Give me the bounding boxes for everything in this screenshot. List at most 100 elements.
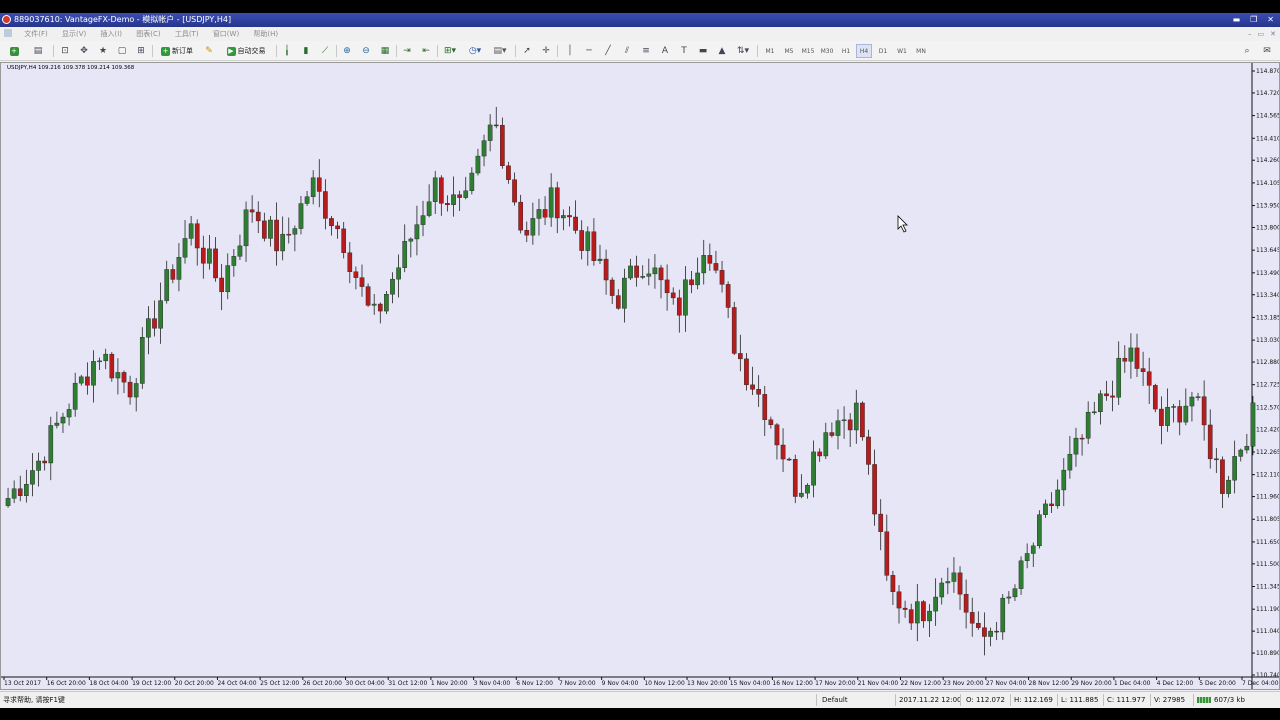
templates-icon[interactable]: ▤▾ [490,44,510,58]
vertical-line-icon[interactable]: │ [563,44,577,58]
menu-insert[interactable]: 插入(I) [94,27,128,41]
new-chart-icon[interactable]: + [6,44,22,58]
zoom-out-icon[interactable]: ⊖ [359,44,373,58]
menu-tools[interactable]: 工具(T) [169,27,205,41]
bear-candle [658,267,664,281]
bear-candle [42,460,48,464]
chart-window[interactable]: 114.870 114.720 114.565 114.410 114.260 114.1… [0,62,1280,690]
bull-candle [72,382,78,410]
bull-candle [188,223,194,239]
chart-shift-icon[interactable]: ⇤ [419,44,433,58]
bull-candle [36,460,41,471]
auto-scroll-icon[interactable]: ⇥ [400,44,414,58]
timeframe-d1[interactable]: D1 [875,44,891,58]
bear-candle [902,607,908,610]
zoom-in-icon[interactable]: ⊕ [340,44,354,58]
restore-button[interactable]: ❐ [1250,13,1257,27]
menu-window[interactable]: 窗口(W) [207,27,245,41]
bull-candle [390,278,395,295]
timeframe-h1[interactable]: H1 [838,44,854,58]
bear-candle [780,444,786,460]
bull-candle [622,277,627,309]
bear-candle [121,372,127,383]
bull-candle [54,422,60,426]
bull-candle [1073,437,1079,455]
time-tick-label: 3 Nov 04:00 [474,680,511,687]
horizontal-line-icon[interactable]: ─ [582,44,596,58]
price-tick-label: 114.870 [1256,68,1279,75]
triangle-icon[interactable]: ▲ [715,44,729,58]
bull-candle [951,572,957,582]
mdi-close-button[interactable]: ✕ [1270,27,1276,41]
trendline-icon[interactable]: ╱ [601,44,615,58]
fibonacci-icon[interactable]: ≡ [639,44,653,58]
indicators-icon[interactable]: ⊞▾ [441,44,459,58]
menu-file[interactable]: 文件(F) [18,27,54,41]
bull-candle [432,177,438,202]
cursor-icon[interactable]: ➚ [520,44,534,58]
menu-help[interactable]: 帮助(H) [247,27,284,41]
bull-candle [823,432,829,457]
mdi-restore-button[interactable]: ▭ [1258,27,1265,41]
tester-icon[interactable]: ⊞ [134,44,148,58]
bear-candle [896,591,902,609]
bear-candle [573,216,578,231]
close-button[interactable]: ✕ [1267,13,1274,27]
timeframe-h4[interactable]: H4 [856,44,872,58]
new-order-button[interactable]: + 新订单 [156,44,198,58]
timeframe-m1[interactable]: M1 [762,44,778,58]
tile-windows-icon[interactable]: ▦ [378,44,392,58]
timeframe-m30[interactable]: M30 [819,44,835,58]
crosshair-icon[interactable]: ✛ [539,44,553,58]
chat-icon[interactable]: ✉ [1260,44,1274,58]
bear-candle [664,279,670,294]
search-icon[interactable]: ⌕ [1240,44,1254,58]
bar-chart-icon[interactable]: ╽ [280,44,294,58]
timeframe-mn[interactable]: MN [913,44,929,58]
timeframe-w1[interactable]: W1 [894,44,910,58]
menu-view[interactable]: 显示(V) [56,27,92,41]
bear-candle [792,459,798,497]
line-chart-icon[interactable]: ⟋ [318,44,332,58]
bull-candle [408,238,414,242]
periods-icon[interactable]: ◷▾ [465,44,485,58]
time-tick-label: 19 Oct 12:00 [132,680,171,687]
mdi-minimize-button[interactable]: – [1248,27,1252,41]
time-tick-label: 16 Oct 20:00 [47,680,86,687]
timeframe-m5[interactable]: M5 [781,44,797,58]
arrows-icon[interactable]: ⇅▾ [734,44,752,58]
auto-trading-icon: ▶ [226,46,236,56]
status-help: 寻求帮助, 请按F1键 [3,696,65,704]
bear-candle [1146,371,1152,386]
terminal-icon[interactable]: ▢ [115,44,129,58]
bear-candle [957,572,963,595]
price-chart[interactable]: 114.870 114.720 114.565 114.410 114.260 114.1… [1,63,1279,689]
bear-candle [963,593,969,613]
bull-candle [268,219,273,239]
text-label-icon[interactable]: T [677,44,691,58]
time-tick-label: 18 Oct 04:00 [89,680,128,687]
bear-candle [524,229,530,236]
status-traffic: 607/3 kb [1214,696,1245,704]
navigator-icon[interactable]: ★ [96,44,110,58]
profiles-icon[interactable]: ▤ [30,44,46,58]
bear-candle [731,307,737,354]
candlestick-icon[interactable]: ▮ [299,44,313,58]
market-watch-icon[interactable]: ⊡ [58,44,72,58]
bear-candle [774,424,780,446]
timeframe-m15[interactable]: M15 [800,44,816,58]
minimize-button[interactable]: ▬ [1233,13,1241,27]
bull-candle [396,267,401,280]
text-tool-icon[interactable]: A [658,44,672,58]
menu-charts[interactable]: 图表(C) [130,27,166,41]
metaeditor-icon[interactable]: ✎ [202,44,216,58]
bear-candle [127,381,133,398]
time-tick-label: 16 Nov 12:00 [772,680,813,687]
auto-trading-button[interactable]: ▶ 自动交易 [220,44,272,58]
bull-candle [1232,456,1237,481]
rectangle-icon[interactable]: ▬ [696,44,710,58]
status-volume: V: 27985 [1154,696,1186,704]
channel-icon[interactable]: ⫽ [620,44,634,58]
bear-candle [591,231,597,261]
data-window-icon[interactable]: ✥ [77,44,91,58]
